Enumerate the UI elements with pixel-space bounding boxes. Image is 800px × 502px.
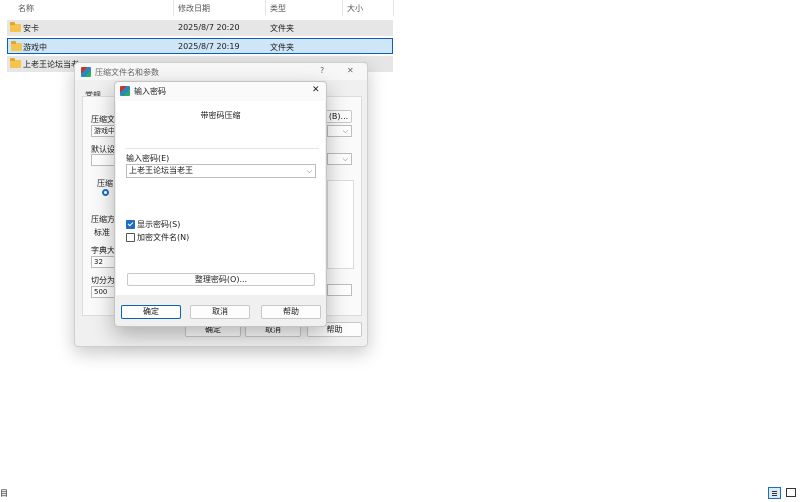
column-header-date[interactable]: 修改日期 [178, 3, 210, 14]
dialog-title: 压缩文件名和参数 [95, 68, 159, 77]
dialog-titlebar[interactable]: 压缩文件名和参数 ? ✕ [75, 63, 367, 80]
method-label: 压缩方 [91, 215, 115, 224]
column-divider[interactable] [173, 0, 174, 16]
dictionary-value: 32 [94, 258, 103, 266]
file-row-selected[interactable]: 游戏中 2025/8/7 20:19 文件夹 [7, 38, 393, 54]
file-date: 2025/8/7 20:19 [178, 42, 240, 51]
show-password-label[interactable]: 显示密码(S) [137, 219, 180, 230]
help-icon[interactable]: ? [320, 66, 324, 75]
format-radio[interactable] [102, 189, 109, 196]
file-type: 文件夹 [270, 43, 294, 52]
password-input[interactable]: 上老王论坛当老王 ⌵ [126, 164, 316, 178]
chevron-down-icon: ⌵ [342, 127, 348, 135]
split-label: 切分为 [91, 276, 115, 285]
file-date: 2025/8/7 20:20 [178, 23, 240, 32]
cancel-button[interactable]: 取消 [190, 305, 250, 319]
organize-passwords-button[interactable]: 整理密码(O)... [127, 273, 315, 286]
chevron-down-icon[interactable]: ⌵ [307, 165, 312, 177]
column-divider[interactable] [393, 0, 394, 16]
file-name: 安卡 [23, 24, 39, 33]
dialog-heading: 带密码压缩 [200, 111, 241, 120]
help-button[interactable]: 帮助 [261, 305, 321, 319]
close-icon[interactable]: ✕ [312, 85, 320, 95]
divider [125, 148, 319, 149]
ok-button[interactable]: 确定 [121, 305, 181, 319]
options-select[interactable]: ⌵ [327, 153, 352, 165]
help-button-label: 帮助 [326, 325, 343, 334]
encrypt-filenames-checkbox[interactable] [126, 233, 135, 242]
encrypt-filenames-label[interactable]: 加密文件名(N) [137, 232, 189, 243]
column-header-name[interactable]: 名称 [18, 3, 34, 14]
column-divider[interactable] [342, 0, 343, 16]
winrar-icon [120, 86, 130, 96]
thumbnail-view-icon[interactable] [786, 488, 796, 497]
dictionary-label: 字典大 [91, 246, 115, 255]
browse-button[interactable]: (B)... [325, 110, 352, 123]
file-row[interactable]: 安卡 2025/8/7 20:20 文件夹 [7, 20, 393, 36]
archive-name-value: 游戏中 [94, 127, 115, 135]
options-field[interactable] [327, 284, 352, 296]
ok-button-label: 确定 [143, 307, 159, 316]
close-icon[interactable]: ✕ [347, 66, 354, 75]
folder-icon [11, 41, 22, 51]
status-text: 目 [0, 489, 8, 498]
help-button-label: 帮助 [283, 307, 299, 316]
column-header-type[interactable]: 类型 [270, 3, 286, 14]
show-password-checkbox[interactable] [126, 220, 135, 229]
chevron-down-icon: ⌵ [342, 155, 348, 163]
organize-passwords-label: 整理密码(O)... [194, 275, 248, 284]
dialog-title: 输入密码 [134, 87, 166, 96]
file-name: 上老王论坛当老 [23, 60, 79, 69]
column-divider[interactable] [265, 0, 266, 16]
cancel-button-label: 取消 [212, 307, 228, 316]
split-size-value: 500 [94, 288, 108, 296]
password-dialog: 输入密码 ✕ 带密码压缩 输入密码(E) 上老王论坛当老王 ⌵ 显示密码(S) … [114, 81, 327, 327]
details-view-icon[interactable] [768, 487, 781, 499]
column-header-size[interactable]: 大小 [347, 3, 363, 14]
file-type: 文件夹 [270, 24, 294, 33]
options-box [327, 180, 354, 269]
method-value: 标准 [94, 228, 110, 237]
browse-button-label: (B)... [328, 112, 349, 121]
password-value: 上老王论坛当老王 [129, 166, 193, 175]
folder-icon [10, 58, 21, 68]
winrar-icon [81, 67, 91, 77]
folder-icon [10, 22, 21, 32]
file-name: 游戏中 [23, 43, 47, 52]
update-mode-select[interactable]: ⌵ [327, 125, 352, 137]
archive-name-label: 压缩文 [91, 115, 115, 124]
dialog-titlebar[interactable]: 输入密码 ✕ [115, 82, 326, 101]
dialog-body: 带密码压缩 输入密码(E) 上老王论坛当老王 ⌵ 显示密码(S) 加密文件名(N… [116, 101, 325, 295]
password-label: 输入密码(E) [126, 154, 170, 163]
format-label: 压缩 [97, 179, 113, 188]
